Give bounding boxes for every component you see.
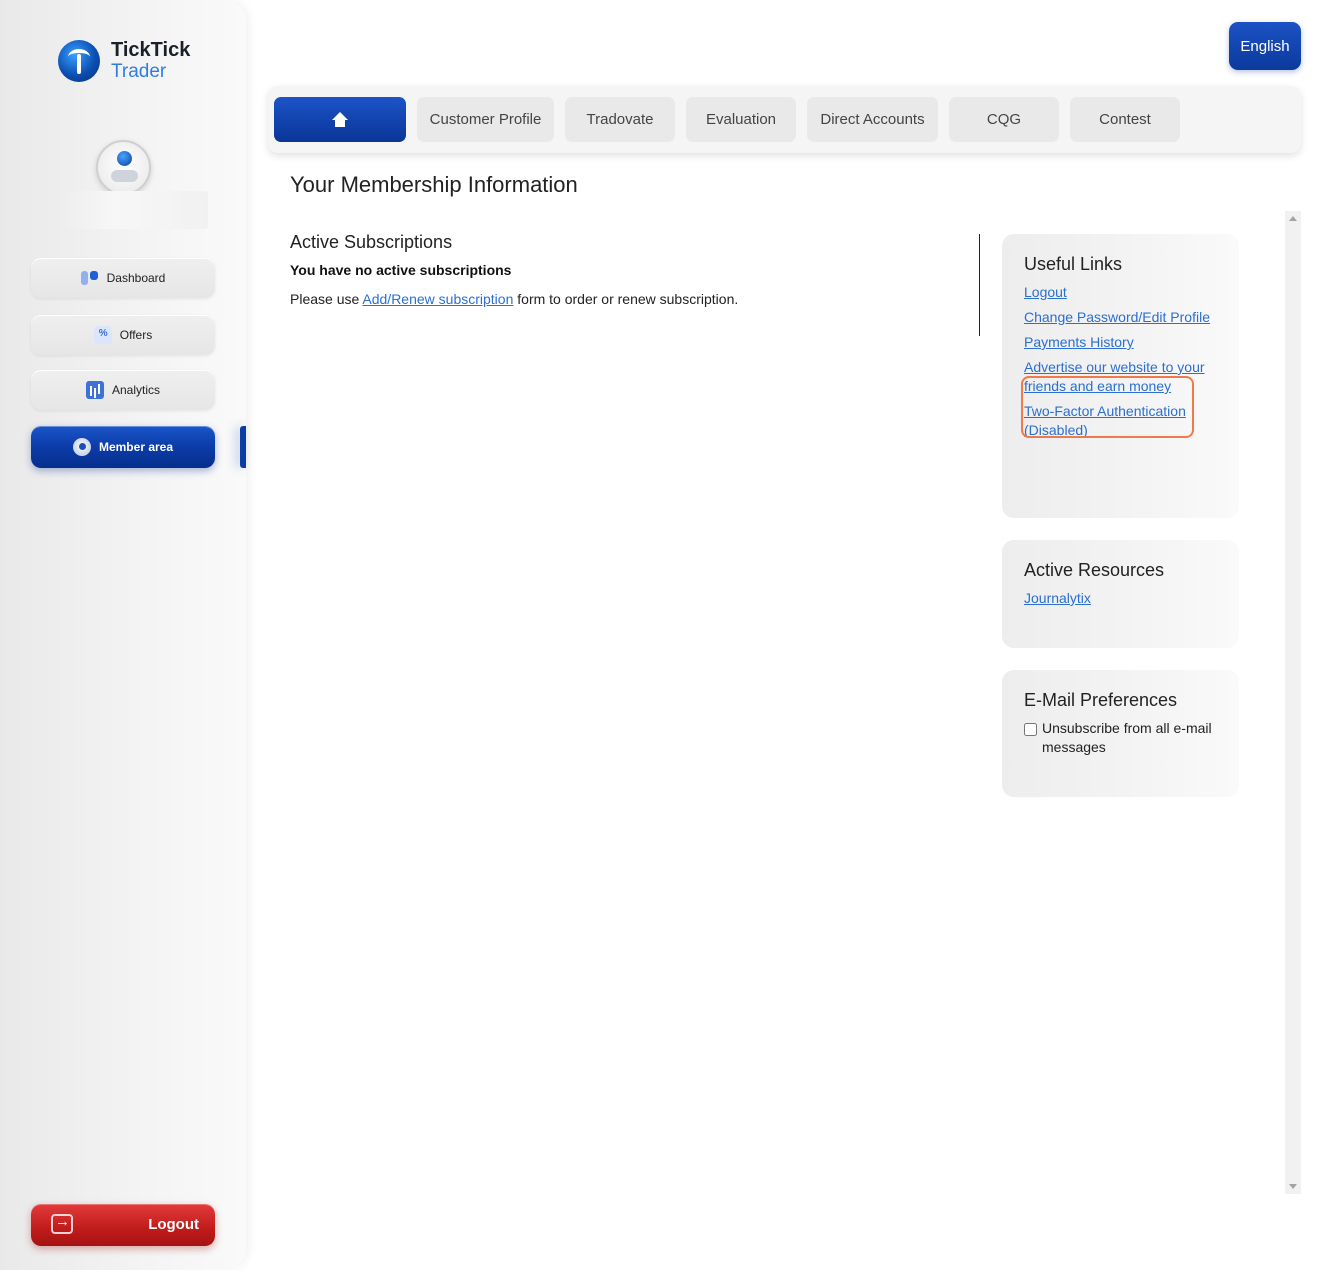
user-avatar[interactable] xyxy=(96,140,151,195)
subscriptions-status: You have no active subscriptions xyxy=(290,262,512,278)
active-resources-card: Active Resources Journalytix xyxy=(1002,540,1239,648)
brand-logo[interactable]: TickTick Trader xyxy=(58,40,190,82)
email-preferences-card: E-Mail Preferences Unsubscribe from all … xyxy=(1002,670,1239,797)
content-scrollbar[interactable] xyxy=(1285,211,1301,1194)
unsubscribe-label: Unsubscribe from all e-mail messages xyxy=(1042,720,1212,755)
sidebar-item-label: Analytics xyxy=(111,383,161,397)
top-tab-bar: Customer Profile Tradovate Evaluation Di… xyxy=(268,86,1301,153)
logout-link[interactable]: Logout xyxy=(1024,283,1217,302)
unsubscribe-checkbox[interactable] xyxy=(1024,723,1037,736)
renew-text-after: form to order or renew subscription. xyxy=(513,291,739,307)
scroll-up-icon[interactable] xyxy=(1289,216,1297,221)
logout-icon xyxy=(51,1213,73,1234)
tab-contest[interactable]: Contest xyxy=(1070,97,1180,142)
ticktick-logo-icon xyxy=(58,40,100,82)
add-renew-subscription-link[interactable]: Add/Renew subscription xyxy=(362,291,513,307)
sidebar-item-analytics[interactable]: Analytics xyxy=(31,370,215,410)
renew-text-before: Please use xyxy=(290,291,363,307)
payments-history-link[interactable]: Payments History xyxy=(1024,333,1217,352)
sidebar-item-offers[interactable]: Offers xyxy=(31,315,215,355)
sidebar-item-label: Member area xyxy=(98,440,174,454)
brand-name: TickTick Trader xyxy=(111,39,191,83)
sidebar: TickTick Trader Dashboard Offers Analyti… xyxy=(0,0,246,1270)
avatar-body xyxy=(111,170,138,182)
unsubscribe-row[interactable]: Unsubscribe from all e-mail messages xyxy=(1024,719,1217,757)
member-icon xyxy=(72,438,91,456)
home-icon xyxy=(331,111,349,128)
sidebar-item-member-area[interactable]: Member area xyxy=(31,426,215,468)
tab-tradovate[interactable]: Tradovate xyxy=(565,97,675,142)
renew-instructions: Please use Add/Renew subscription form t… xyxy=(290,291,738,307)
useful-links-heading: Useful Links xyxy=(1024,254,1123,274)
offers-icon xyxy=(93,326,112,344)
tab-direct-accounts[interactable]: Direct Accounts xyxy=(807,97,938,142)
dashboard-icon xyxy=(80,269,99,287)
logout-label: Logout xyxy=(148,1216,199,1233)
brand-line2: Trader xyxy=(111,61,167,82)
page-title: Your Membership Information xyxy=(290,172,578,197)
content-divider xyxy=(979,234,980,336)
sidebar-item-label: Dashboard xyxy=(106,271,166,285)
email-preferences-heading: E-Mail Preferences xyxy=(1024,690,1178,710)
user-name-placeholder xyxy=(52,191,208,229)
journalytix-link[interactable]: Journalytix xyxy=(1024,589,1217,608)
two-factor-auth-link[interactable]: Two-Factor Authentication (Disabled) xyxy=(1024,402,1217,440)
active-item-indicator xyxy=(240,426,246,468)
analytics-icon xyxy=(85,381,104,399)
change-password-link[interactable]: Change Password/Edit Profile xyxy=(1024,308,1217,327)
tab-home[interactable] xyxy=(274,97,406,142)
active-resources-heading: Active Resources xyxy=(1024,560,1165,580)
sidebar-item-dashboard[interactable]: Dashboard xyxy=(31,258,215,298)
subscriptions-heading: Active Subscriptions xyxy=(290,232,453,252)
sidebar-item-label: Offers xyxy=(119,328,153,342)
useful-links-card: Useful Links Logout Change Password/Edit… xyxy=(1002,234,1239,518)
tab-customer-profile[interactable]: Customer Profile xyxy=(417,97,554,142)
language-button[interactable]: English xyxy=(1229,22,1301,70)
brand-line1: TickTick xyxy=(111,39,191,61)
scroll-down-icon[interactable] xyxy=(1289,1184,1297,1189)
tab-cqg[interactable]: CQG xyxy=(949,97,1059,142)
advertise-referral-link[interactable]: Advertise our website to your friends an… xyxy=(1024,358,1217,396)
tab-evaluation[interactable]: Evaluation xyxy=(686,97,796,142)
avatar-head xyxy=(117,151,132,166)
sidebar-logout-button[interactable]: Logout xyxy=(31,1204,215,1246)
